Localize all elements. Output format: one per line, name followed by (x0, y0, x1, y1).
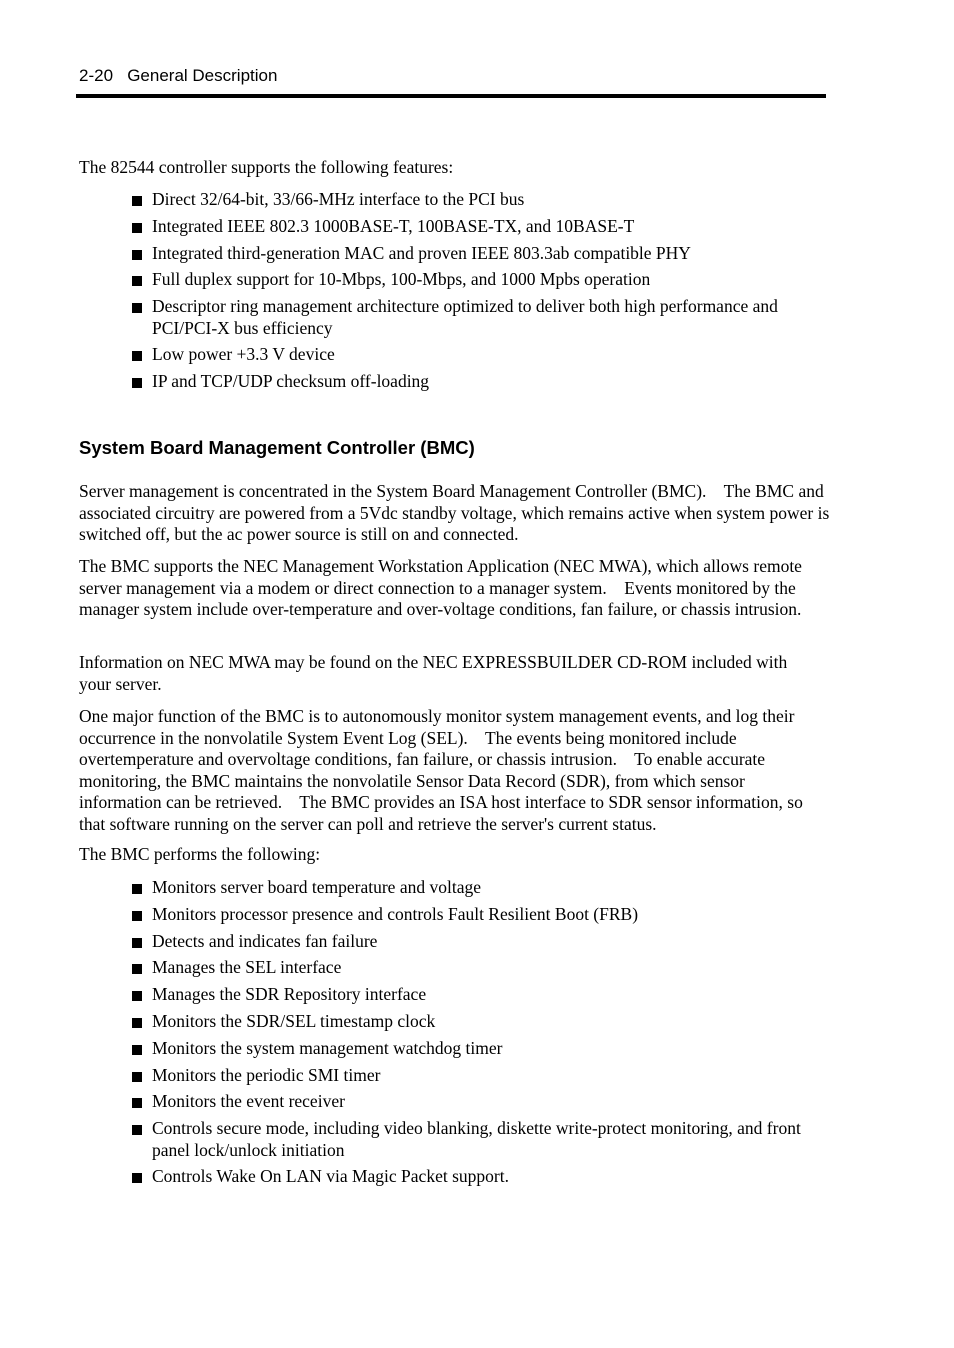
square-bullet-icon (132, 937, 142, 948)
square-bullet-icon (132, 303, 142, 314)
square-bullet-icon (132, 991, 142, 1002)
square-bullet-icon (132, 249, 142, 260)
list-item: Detects and indicates fan failure (132, 931, 832, 953)
list-item: Descriptor ring management architecture … (132, 296, 832, 339)
list-item: Monitors processor presence and controls… (132, 904, 832, 926)
running-header: 2-20 General Description (79, 66, 277, 86)
list-item: Monitors the periodic SMI timer (132, 1065, 832, 1087)
square-bullet-icon (132, 222, 142, 233)
list-item: Direct 32/64-bit, 33/66-MHz interface to… (132, 189, 832, 211)
list-item: Manages the SDR Repository interface (132, 984, 832, 1006)
square-bullet-icon (132, 276, 142, 287)
square-bullet-icon (132, 1017, 142, 1028)
list-item: Monitors the system management watchdog … (132, 1038, 832, 1060)
bmc-paragraph: The BMC supports the NEC Management Work… (79, 556, 807, 619)
list-item: Monitors server board temperature and vo… (132, 877, 832, 899)
list-item: Controls Wake On LAN via Magic Packet su… (132, 1166, 832, 1188)
list-item: Manages the SEL interface (132, 957, 832, 979)
square-bullet-icon (132, 1125, 142, 1136)
intro-paragraph: The 82544 controller supports the follow… (79, 157, 454, 177)
list-item: Low power +3.3 V device (132, 344, 832, 366)
list-item: Controls secure mode, including video bl… (132, 1118, 832, 1161)
square-bullet-icon (132, 910, 142, 921)
bmc-paragraph: Server management is concentrated in the… (79, 481, 834, 544)
bmc-function-list: Monitors server board temperature and vo… (132, 877, 832, 1193)
square-bullet-icon (132, 196, 142, 206)
square-bullet-icon (132, 1044, 142, 1055)
bmc-paragraph: The BMC performs the following: (79, 844, 321, 864)
square-bullet-icon (132, 1173, 142, 1184)
list-item: IP and TCP/UDP checksum off-loading (132, 371, 832, 393)
header-rule (76, 94, 826, 98)
square-bullet-icon (132, 964, 142, 975)
bmc-paragraph: One major function of the BMC is to auto… (79, 706, 808, 834)
section-heading: System Board Management Controller (BMC) (79, 437, 475, 458)
list-item: Monitors the event receiver (132, 1091, 832, 1113)
list-item: Integrated IEEE 802.3 1000BASE-T, 100BAS… (132, 216, 832, 238)
square-bullet-icon (132, 1071, 142, 1082)
bmc-paragraph: Information on NEC MWA may be found on t… (79, 652, 792, 694)
document-page: 2-20 General Description The 82544 contr… (0, 0, 954, 1348)
section-title: General Description (127, 66, 278, 85)
square-bullet-icon (132, 884, 142, 894)
list-item: Monitors the SDR/SEL timestamp clock (132, 1011, 832, 1033)
square-bullet-icon (132, 378, 142, 389)
list-item: Full duplex support for 10-Mbps, 100-Mbp… (132, 269, 832, 291)
square-bullet-icon (132, 351, 142, 362)
list-item: Integrated third-generation MAC and prov… (132, 243, 832, 265)
square-bullet-icon (132, 1098, 142, 1109)
feature-list: Direct 32/64-bit, 33/66-MHz interface to… (132, 189, 832, 398)
page-number: 2-20 (79, 66, 114, 85)
